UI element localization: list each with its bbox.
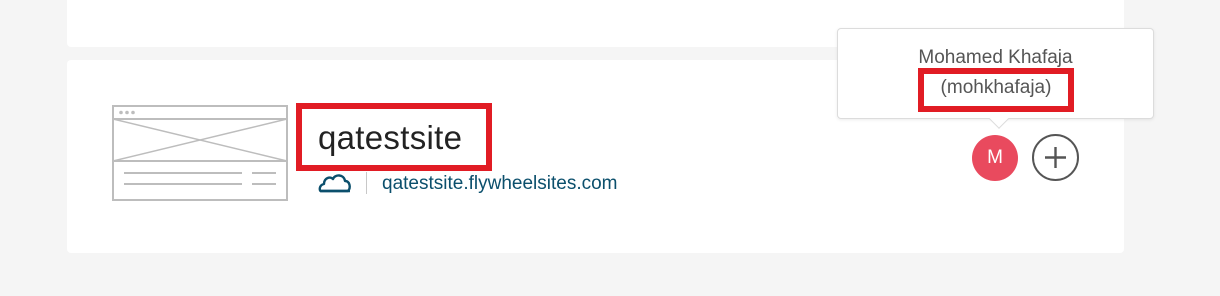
cloud-icon [318, 174, 351, 193]
site-url-link[interactable]: qatestsite.flywheelsites.com [382, 172, 618, 196]
add-collaborator-button[interactable] [1032, 134, 1079, 181]
site-wireframe-icon[interactable] [112, 105, 288, 201]
plus-circle-icon [1045, 147, 1066, 168]
site-name[interactable]: qatestsite [318, 118, 462, 158]
collaborator-avatar[interactable]: M [972, 135, 1018, 181]
tooltip-full-name: Mohamed Khafaja [918, 47, 1073, 68]
tooltip-username: (mohkhafaja) [940, 77, 1052, 98]
divider [366, 172, 367, 194]
